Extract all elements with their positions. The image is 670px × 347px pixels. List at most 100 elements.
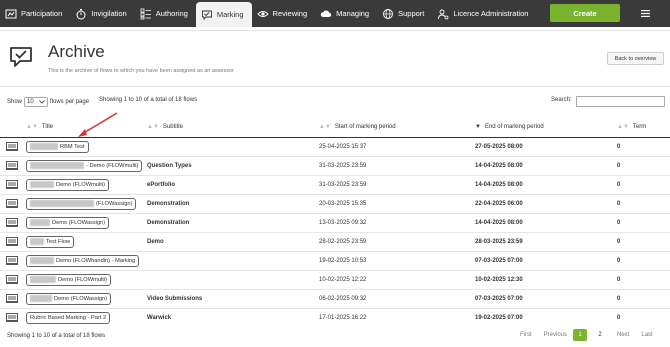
flow-title-link[interactable]: Demo (FLOWhandin) - Marking (26, 254, 140, 267)
flow-title-link[interactable]: Rubric Based Marking - Part 2 (26, 311, 111, 324)
nav-label: Licence Administration (453, 9, 529, 18)
redacted-text (30, 143, 58, 150)
flow-title: - Demo (FLOWmulti) (86, 162, 139, 169)
nav-managing[interactable]: Managing (315, 0, 377, 27)
flow-cell-icon (0, 212, 26, 232)
show-label: Show (7, 99, 23, 105)
column-header-term[interactable]: ▲▼ Term (617, 118, 670, 138)
table-row[interactable]: RBM Test 25-04-2025 15:37 27-05-2025 08:00… (0, 137, 670, 156)
table-row[interactable]: - Demo (FLOWmulti) Question Types 31-03-20… (0, 155, 670, 175)
per-page-label: flows per page (50, 99, 90, 105)
page-size-control: Show 10 flows per page (7, 97, 89, 107)
term-cell: 0 (617, 288, 670, 308)
subtitle-cell: Question Types (147, 155, 319, 175)
first-page-link[interactable]: First (520, 329, 532, 341)
table-row[interactable]: Demo (FLOWhandin) - Marking 19-02-2025 10… (0, 250, 670, 270)
page-size-select[interactable]: 10 (24, 97, 49, 107)
stopwatch-icon (76, 8, 86, 19)
table-row[interactable]: (FLOWassign) Demonstration 20-03-2025 15:3… (0, 193, 670, 213)
term-cell: 0 (617, 155, 670, 175)
create-label: Create (573, 8, 597, 18)
nav-participation[interactable]: Participation (0, 0, 70, 27)
start-cell: 25-04-2025 15:37 (319, 143, 367, 150)
title-cell: Demo (FLOWmulti) (26, 269, 147, 289)
review-eye-icon (256, 10, 269, 17)
last-page-link[interactable]: Last (641, 329, 652, 341)
flow-title-link[interactable]: RBM Test (26, 140, 89, 153)
nav-invigilation[interactable]: Invigilation (70, 0, 134, 27)
nav-licence-administration[interactable]: Licence Administration (432, 0, 536, 27)
search-input[interactable] (576, 96, 665, 107)
redacted-text (30, 200, 94, 207)
end-cell: 14-04-2025 08:00 (475, 212, 617, 232)
search-label: Search: (551, 97, 572, 103)
start-cell: 10-02-2025 12:22 (319, 269, 475, 289)
page-2-button[interactable]: 2 (593, 329, 607, 341)
back-to-overview-button[interactable]: Back to overview (607, 52, 664, 65)
nav-reviewing[interactable]: Reviewing (252, 0, 316, 27)
subtitle-cell: Warwick (147, 307, 319, 327)
flow-title-link[interactable]: Demo (FLOWmulti) (26, 273, 111, 286)
start-cell: 31-03-2025 23:59 (319, 174, 475, 194)
term-cell: 0 (617, 250, 670, 270)
subtitle-cell: Video Submissions (147, 288, 319, 308)
next-page-link[interactable]: Next (617, 329, 629, 341)
title-cell: (FLOWassign) (26, 193, 147, 213)
cloud-upload-icon (320, 9, 332, 17)
column-header-subtitle[interactable]: ▲▼ Subtitle (147, 118, 319, 138)
flow-title-link[interactable]: - Demo (FLOWmulti) (26, 159, 143, 172)
flow-title-link[interactable]: Demo (FLOWassign) (26, 216, 110, 229)
subtitle-cell: ePortfolio (147, 174, 319, 194)
end-cell: 27-05-2025 08:00 (475, 143, 523, 150)
end-cell: 28-03-2025 23:59 (475, 231, 617, 251)
column-header-end[interactable]: ▼ End of marking period (475, 118, 617, 138)
title-cell: Demo (FLOWassign) (26, 288, 147, 308)
flow-cell-icon (0, 137, 26, 156)
table-row[interactable]: Demo (FLOWassign) Video Submissions 06-02-… (0, 288, 670, 308)
column-label: Start of marking period (334, 124, 396, 131)
sort-desc-icon: ▼ (475, 124, 481, 131)
flow-icon (6, 180, 18, 189)
subtitle-cell (147, 250, 319, 270)
term-cell: 0 (617, 269, 670, 289)
column-label: End of marking period (484, 124, 544, 131)
flow-icon (6, 237, 18, 246)
flow-title-link[interactable]: Demo (FLOWassign) (26, 292, 112, 305)
page-1-button[interactable]: 1 (573, 329, 588, 341)
end-cell: 14-04-2025 08:00 (475, 174, 617, 194)
table-row[interactable]: Demo (FLOWmulti) ePortfolio 31-03-2025 23:… (0, 174, 670, 194)
divider (0, 86, 670, 87)
info-top: Showing 1 to 10 of a total of 18 flows (99, 97, 198, 103)
nav-marking[interactable]: Marking (195, 2, 252, 27)
create-button[interactable]: Create (550, 4, 620, 22)
table-row[interactable]: Demo (FLOWassign) Demonstration 13-03-2025… (0, 212, 670, 232)
flow-title-link[interactable]: Test Flow (26, 235, 75, 248)
checklist-icon (140, 8, 151, 19)
page-size-value: 10 (27, 99, 34, 105)
column-header-title[interactable]: ▲▼ Title (26, 118, 147, 138)
column-header-start[interactable]: ▲▼ Start of marking period (319, 118, 475, 138)
flow-title: (FLOWassign) (96, 200, 133, 207)
flow-title: RBM Test (60, 143, 85, 150)
info-bottom: Showing 1 to 10 of a total of 18 flows (7, 333, 106, 339)
hamburger-icon[interactable] (620, 0, 670, 27)
start-cell: 19-02-2025 10:53 (319, 250, 475, 270)
flow-icon (6, 142, 18, 151)
flow-title-link[interactable]: Demo (FLOWmulti) (26, 178, 109, 191)
term-cell: 0 (617, 193, 670, 213)
table-row[interactable]: Rubric Based Marking - Part 2 Warwick 17-0… (0, 307, 670, 327)
nav-label: Managing (336, 9, 370, 18)
nav-label: Support (398, 9, 425, 18)
redacted-text (30, 238, 44, 245)
column-label: Title (41, 124, 54, 131)
start-cell: 31-03-2025 23:59 (319, 155, 475, 175)
sort-icon: ▲▼ (147, 124, 159, 131)
subtitle-cell (147, 269, 319, 289)
nav-authoring[interactable]: Authoring (135, 0, 196, 27)
term-cell: 0 (617, 143, 621, 150)
table-row[interactable]: Demo (FLOWmulti) 10-02-2025 12:22 10-02-20… (0, 269, 670, 289)
previous-page-link[interactable]: Previous (544, 329, 567, 341)
flow-title-link[interactable]: (FLOWassign) (26, 197, 137, 210)
table-row[interactable]: Test Flow Demo 28-02-2025 23:59 28-03-2025 … (0, 231, 670, 251)
nav-support[interactable]: Support (377, 0, 432, 27)
